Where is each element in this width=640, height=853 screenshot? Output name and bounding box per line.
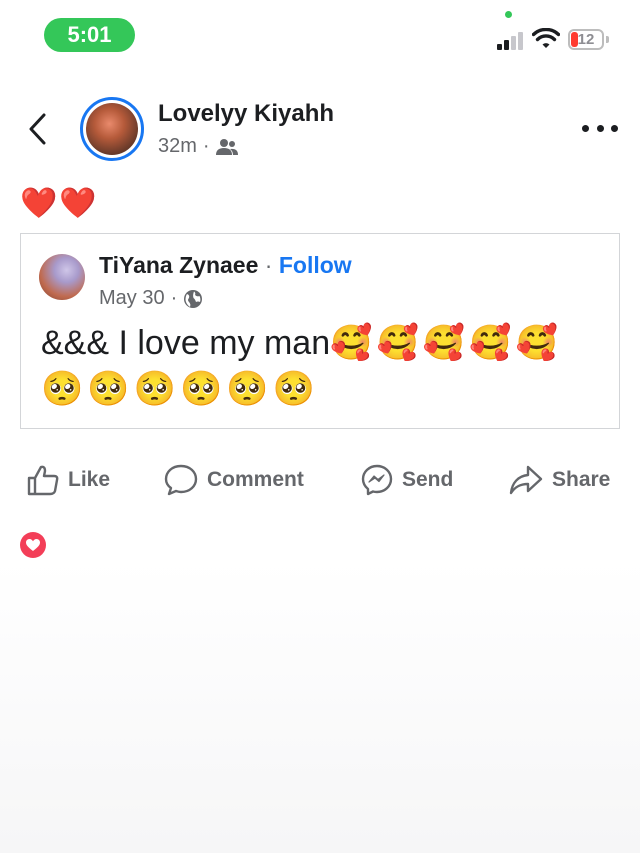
heart-icon	[26, 539, 40, 551]
author-avatar	[86, 103, 138, 155]
shared-post-text: &&& I love my man🥰🥰🥰🥰🥰 🥺🥺🥺🥺🥺🥺	[41, 320, 611, 412]
shared-text-body: &&& I love my man	[41, 324, 331, 362]
comment-label: Comment	[207, 468, 304, 491]
more-dot	[611, 124, 618, 132]
status-time-text: 5:01	[67, 22, 112, 47]
comment-icon	[164, 464, 198, 496]
follow-button[interactable]: Follow	[279, 252, 352, 278]
pleading-face-emojis: 🥺🥺🥺🥺🥺🥺	[41, 370, 320, 408]
like-button[interactable]: Like	[26, 458, 110, 502]
shared-author-line: TiYana Zynaee · Follow	[99, 252, 352, 279]
shared-post-meta: May 30 ·	[99, 287, 203, 310]
more-dot	[582, 124, 589, 132]
share-label: Share	[552, 468, 611, 491]
shared-meta-separator: ·	[170, 287, 178, 309]
battery-cap	[606, 36, 609, 43]
wifi-icon	[532, 28, 560, 48]
send-button[interactable]: Send	[360, 458, 453, 502]
globe-icon	[184, 289, 203, 308]
messenger-icon	[361, 464, 393, 496]
post-time[interactable]: 32m	[158, 135, 197, 158]
shared-author-avatar[interactable]	[39, 254, 85, 300]
privacy-indicator-dot	[505, 11, 512, 18]
share-arrow-icon	[509, 465, 543, 495]
smiling-hearts-emojis: 🥰🥰🥰🥰🥰	[330, 324, 562, 362]
post-text: ❤️❤️	[20, 187, 99, 220]
meta-separator: ·	[202, 135, 210, 157]
background-fade	[0, 560, 640, 853]
author-avatar-story-ring[interactable]	[80, 97, 144, 161]
battery-level: 12	[577, 31, 595, 48]
share-button[interactable]: Share	[508, 458, 610, 502]
back-button[interactable]	[24, 112, 54, 146]
post-meta: 32m ·	[158, 135, 238, 158]
battery-icon: 12	[568, 29, 604, 50]
more-dot	[596, 124, 604, 132]
comment-button[interactable]: Comment	[163, 458, 304, 502]
friends-icon	[215, 138, 238, 155]
shared-author-name[interactable]: TiYana Zynaee	[99, 252, 258, 278]
post-action-bar: Like Comment Send Share	[0, 458, 640, 502]
author-name[interactable]: Lovelyy Kiyahh	[158, 100, 334, 128]
shared-post-date[interactable]: May 30	[99, 287, 165, 310]
shared-post-card[interactable]: TiYana Zynaee · Follow May 30 · &&& I lo…	[20, 233, 620, 429]
more-options-button[interactable]	[582, 118, 618, 138]
thumbs-up-icon	[27, 465, 59, 496]
love-reaction-icon[interactable]	[20, 532, 46, 558]
shared-separator: ·	[258, 252, 279, 278]
send-label: Send	[402, 468, 454, 491]
like-label: Like	[68, 468, 111, 491]
status-time[interactable]: 5:01	[44, 18, 135, 52]
cellular-signal-icon	[497, 32, 525, 50]
